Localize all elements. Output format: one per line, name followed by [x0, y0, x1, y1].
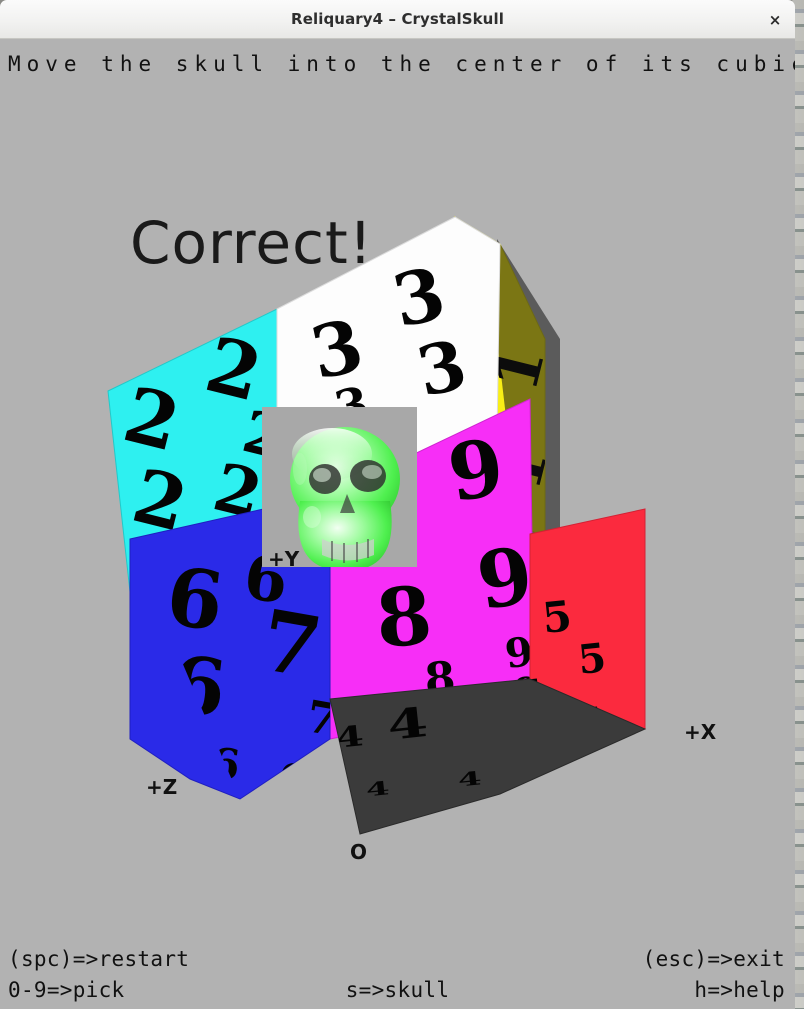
- hint-exit[interactable]: (esc)=>exit: [643, 947, 785, 971]
- svg-text:4: 4: [457, 767, 483, 791]
- hint-skull[interactable]: s=>skull: [346, 978, 450, 1002]
- application-window: Reliquary4 – CrystalSkull × Move the sku…: [0, 0, 795, 1009]
- svg-text:4: 4: [334, 720, 365, 755]
- hint-row-secondary: 0-9=>pick s=>skull h=>help: [0, 978, 795, 1007]
- svg-text:4: 4: [365, 777, 391, 801]
- axis-label-y: +Y: [268, 547, 300, 571]
- svg-text:6: 6: [275, 754, 308, 804]
- svg-text:5: 5: [576, 634, 609, 684]
- cube-3d-scene[interactable]: 1 1 2 2 2 2 2 2: [0, 39, 795, 1009]
- axis-label-x: +X: [684, 720, 717, 744]
- svg-text:5: 5: [540, 591, 574, 643]
- hint-pick[interactable]: 0-9=>pick: [8, 978, 125, 1002]
- hint-help[interactable]: h=>help: [694, 978, 785, 1002]
- window-title: Reliquary4 – CrystalSkull: [291, 10, 504, 28]
- close-icon[interactable]: ×: [764, 9, 786, 31]
- svg-text:4: 4: [385, 698, 430, 750]
- axis-label-origin: O: [350, 840, 367, 864]
- hint-row-primary: (spc)=>restart (esc)=>exit: [0, 947, 795, 976]
- svg-text:6: 6: [162, 549, 229, 649]
- hint-restart[interactable]: (spc)=>restart: [8, 947, 189, 971]
- window-titlebar[interactable]: Reliquary4 – CrystalSkull ×: [0, 0, 795, 39]
- game-canvas[interactable]: Move the skull into the center of its cu…: [0, 39, 795, 1009]
- svg-text:8: 8: [373, 568, 435, 666]
- axis-label-z: +Z: [146, 775, 177, 799]
- footer-hints: (spc)=>restart (esc)=>exit 0-9=>pick s=>…: [0, 947, 795, 1009]
